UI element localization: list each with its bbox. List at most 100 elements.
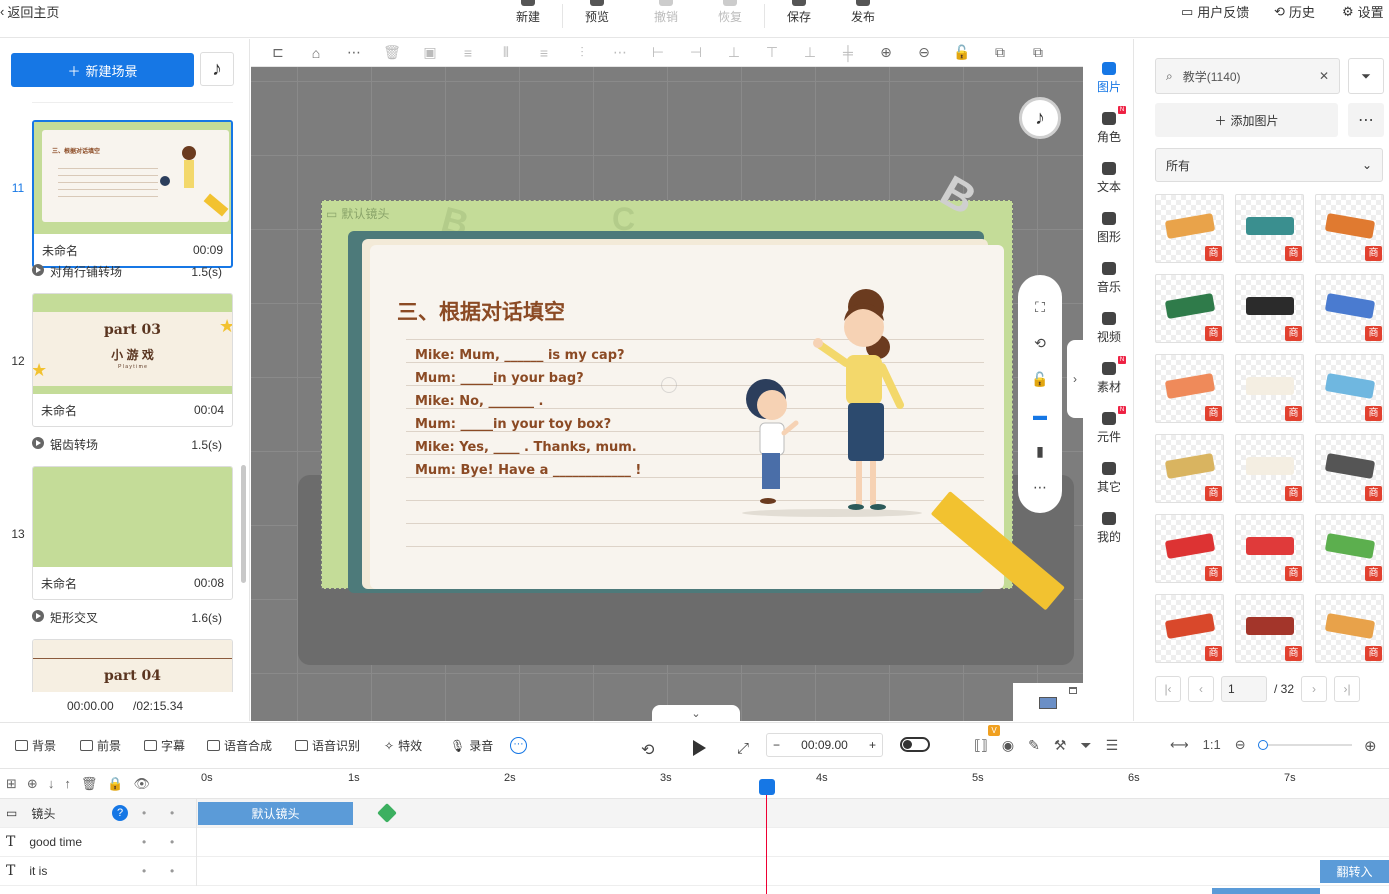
- minus-icon[interactable]: −: [773, 738, 780, 752]
- asset-tile-pencil-orange[interactable]: 商: [1315, 194, 1384, 263]
- scene-scrollbar[interactable]: [241, 465, 246, 583]
- eye-icon[interactable]: 👁: [134, 776, 151, 792]
- category-shape[interactable]: 图形: [1084, 212, 1134, 245]
- new-button[interactable]: 新建: [498, 0, 558, 38]
- category-material[interactable]: N 素材: [1084, 356, 1134, 395]
- align-bottom-edge-icon[interactable]: ⊥: [791, 39, 829, 67]
- move-down-icon[interactable]: ↓: [48, 776, 55, 791]
- paste-icon[interactable]: ⧉: [1019, 39, 1057, 67]
- asset-tile-books-color[interactable]: 商: [1315, 274, 1384, 343]
- prev-page-icon[interactable]: ‹: [1188, 676, 1214, 702]
- one-to-one-icon[interactable]: 1:1: [1203, 737, 1221, 753]
- text-clip[interactable]: 翻转入: [1320, 860, 1389, 883]
- foreground-tool[interactable]: 前景: [80, 737, 121, 754]
- preview-button[interactable]: 预览: [567, 0, 627, 38]
- more-tools-icon[interactable]: ⋯: [510, 737, 527, 754]
- asset-tile-book-green[interactable]: 商: [1315, 514, 1384, 583]
- playhead-handle[interactable]: [759, 779, 775, 795]
- asset-tile-easel[interactable]: 商: [1155, 194, 1224, 263]
- zoom-out-icon[interactable]: ⊖: [905, 39, 943, 67]
- sentence-line[interactable]: Mike: Yes, ____ . Thanks, mum.: [415, 440, 637, 455]
- align-left-icon[interactable]: ⊢: [639, 39, 677, 67]
- distribute-h-icon[interactable]: ⫶: [563, 39, 601, 67]
- asset-tile-books-stack[interactable]: 商: [1155, 274, 1224, 343]
- canvas-area[interactable]: A B C B ▭默认镜头 三、根据对话填空 Mike: Mum, ______…: [251, 67, 1083, 721]
- ellipsis-icon[interactable]: ⋯: [335, 39, 373, 67]
- zoom-slider[interactable]: [1258, 740, 1352, 750]
- asset-tile-book-red[interactable]: 商: [1155, 594, 1224, 663]
- category-video[interactable]: 视频: [1084, 312, 1134, 345]
- asset-tile-books-teal[interactable]: 商: [1235, 194, 1304, 263]
- asset-tile-book-orange[interactable]: 商: [1315, 594, 1384, 663]
- scene-card-11[interactable]: 三、根据对话填空 未命名 00:09: [32, 120, 233, 268]
- asset-tile-book-blue[interactable]: 商: [1315, 354, 1384, 423]
- scene-card-14[interactable]: part 04: [32, 639, 233, 692]
- clip-fragment[interactable]: [1212, 888, 1320, 894]
- save-button[interactable]: 保存: [769, 0, 829, 38]
- align-right-icon[interactable]: ⊣: [677, 39, 715, 67]
- align-top-edge-icon[interactable]: ⊤: [753, 39, 791, 67]
- delete-icon[interactable]: 🗑: [373, 39, 411, 67]
- speech-recognition-tool[interactable]: 语音识别: [295, 737, 360, 754]
- fit-width-icon[interactable]: ⟷: [1170, 737, 1189, 753]
- asset-tile-pencil-red[interactable]: 商: [1235, 514, 1304, 583]
- feedback-button[interactable]: ▭ 用户反馈: [1181, 2, 1249, 21]
- scene-card-12[interactable]: part 03 小 游 戏 P l a y t i m e ★ ★ 未命名00:…: [32, 293, 233, 427]
- more-icon[interactable]: ⋯: [1018, 469, 1062, 505]
- category-music[interactable]: 音乐: [1084, 262, 1134, 295]
- lock-icon[interactable]: 🔒: [107, 776, 123, 792]
- category-other[interactable]: 其它: [1084, 462, 1134, 495]
- transition-item[interactable]: 对角行铺转场 1.5(s): [32, 263, 222, 280]
- page-input[interactable]: 1: [1221, 676, 1267, 702]
- filter-button[interactable]: ⏷: [1348, 58, 1384, 94]
- close-icon[interactable]: ✕: [1319, 69, 1329, 83]
- track-text[interactable]: Tit is • • 翻转入: [0, 856, 1389, 886]
- sentence-line[interactable]: Mum: Bye! Have a ____________ !: [415, 463, 641, 478]
- publish-button[interactable]: 发布: [833, 0, 893, 38]
- landscape-icon[interactable]: ▬: [1018, 397, 1062, 433]
- align-hcenter-icon[interactable]: ⊥: [715, 39, 753, 67]
- window-icon[interactable]: [1069, 687, 1077, 694]
- asset-tile-notebook[interactable]: 商: [1235, 434, 1304, 503]
- lock-icon[interactable]: 🔓: [943, 39, 981, 67]
- category-character[interactable]: N 角色: [1084, 106, 1134, 145]
- settings-sliders-icon[interactable]: ☰: [1106, 737, 1119, 754]
- category-mine[interactable]: 我的: [1084, 512, 1134, 545]
- slide-title[interactable]: 三、根据对话填空: [397, 296, 565, 326]
- add-image-button[interactable]: ＋添加图片: [1155, 103, 1338, 137]
- sentence-line[interactable]: Mum: _____in your bag?: [415, 371, 584, 386]
- play-button[interactable]: [693, 740, 706, 756]
- copy-icon[interactable]: ⧉: [981, 39, 1019, 67]
- teacher-and-boy-illustration[interactable]: [732, 287, 932, 517]
- category-text[interactable]: 文本: [1084, 162, 1134, 195]
- plus-icon[interactable]: +: [869, 738, 876, 752]
- align-vcenter-icon[interactable]: ⦀: [487, 39, 525, 67]
- settings-button[interactable]: ⚙ 设置: [1342, 2, 1384, 21]
- transition-item[interactable]: 矩形交叉 1.6(s): [32, 609, 222, 626]
- chevron-right-icon[interactable]: ›: [1067, 340, 1083, 418]
- effects-tool[interactable]: ✧ 特效: [384, 737, 422, 754]
- time-ruler[interactable]: [197, 769, 1389, 799]
- timecode-stepper[interactable]: −00:09.00 +: [766, 733, 883, 757]
- fit-screen-icon[interactable]: ⛶: [1018, 289, 1062, 325]
- delete-icon[interactable]: 🗑: [81, 776, 98, 792]
- track-camera[interactable]: ▭ 镜头? • • 默认镜头: [0, 798, 1389, 828]
- history-button[interactable]: ⟲ 历史: [1274, 2, 1315, 21]
- first-page-icon[interactable]: |‹: [1155, 676, 1181, 702]
- asset-tile-blackboard[interactable]: 商: [1235, 274, 1304, 343]
- last-page-icon[interactable]: ›|: [1334, 676, 1361, 702]
- add-track-icon[interactable]: ⊕: [27, 776, 38, 792]
- scene-music-button[interactable]: ♪: [200, 52, 234, 86]
- asset-tile-open-book[interactable]: 商: [1235, 354, 1304, 423]
- more-options-button[interactable]: ⋯: [1348, 103, 1384, 137]
- crop-icon[interactable]: ▣: [411, 39, 449, 67]
- slide[interactable]: A B C B ▭默认镜头 三、根据对话填空 Mike: Mum, ______…: [321, 166, 1065, 611]
- filter-icon[interactable]: ⏷: [1080, 737, 1091, 754]
- asset-search-input[interactable]: ⌕ 教学(1140) ✕: [1155, 58, 1340, 94]
- asset-tile-diary[interactable]: 商: [1315, 434, 1384, 503]
- next-page-icon[interactable]: ›: [1301, 676, 1328, 702]
- chevron-down-icon[interactable]: ⌄: [652, 705, 740, 721]
- align-bottom-icon[interactable]: ≡: [525, 39, 563, 67]
- background-tool[interactable]: 背景: [15, 737, 56, 754]
- ruler-icon[interactable]: ⊏: [259, 39, 297, 67]
